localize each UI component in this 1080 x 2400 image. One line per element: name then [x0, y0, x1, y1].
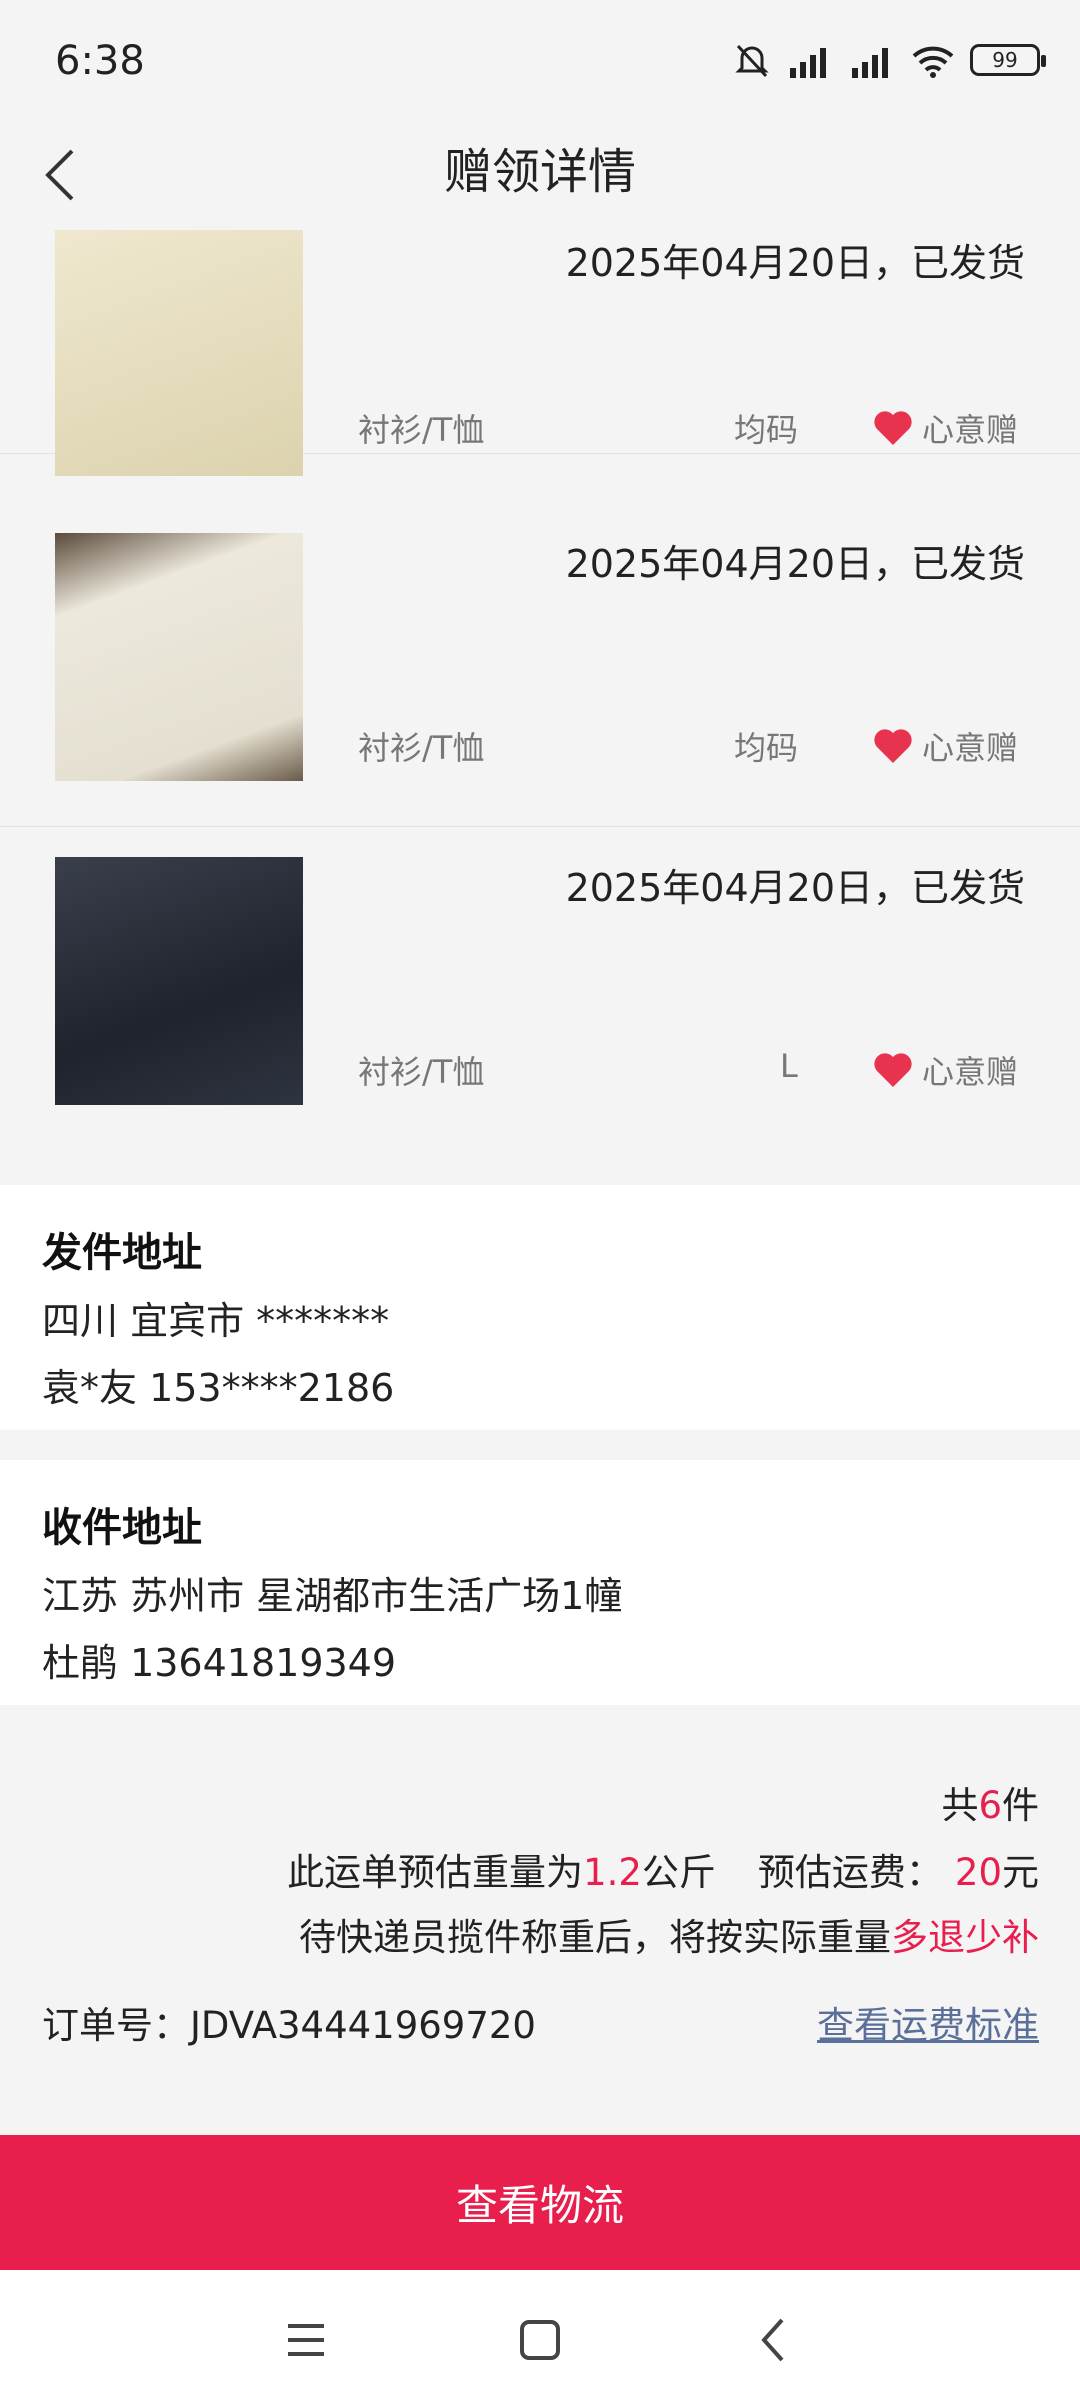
weight-note-highlight: 多退少补	[891, 1916, 1039, 1959]
order-number-value: JDVA34441969720	[190, 2004, 536, 2047]
item-size: L	[780, 1047, 798, 1085]
item-shipping-date: 2025年04月20日，已发货	[565, 542, 1025, 586]
gift-item[interactable]: 2025年04月20日，已发货 衬衫/T恤 均码 心意赠	[0, 230, 1080, 476]
gift-item[interactable]: 2025年04月20日，已发货 衬衫/T恤 L 心意赠	[0, 827, 1080, 1151]
receiver-address: 江苏 苏州市 星湖都市生活广场1幢	[42, 1574, 623, 1618]
sender-title: 发件地址	[42, 1230, 202, 1276]
item-size: 均码	[734, 411, 799, 449]
weight-value: 1.2	[583, 1851, 642, 1894]
sender-contact: 袁*友 153****2186	[42, 1366, 395, 1410]
item-category: 衬衫/T恤	[358, 1053, 485, 1091]
wifi-icon	[912, 46, 954, 78]
status-time: 6:38	[55, 38, 145, 84]
menu-button[interactable]	[276, 2310, 336, 2370]
heart-icon	[874, 729, 912, 763]
item-thumbnail	[55, 533, 303, 781]
view-logistics-button[interactable]: 查看物流	[0, 2135, 1080, 2270]
item-category: 衬衫/T恤	[358, 411, 485, 449]
item-tag: 心意赠	[872, 405, 1018, 451]
home-button[interactable]	[510, 2310, 570, 2370]
top-nav-bar: 赠领详情	[0, 120, 1080, 230]
heart-icon	[874, 411, 912, 445]
fee-value: 20	[954, 1851, 1002, 1894]
receiver-contact: 杜鹃 13641819349	[42, 1641, 397, 1685]
gift-item-list: 2025年04月20日，已发货 衬衫/T恤 均码 心意赠 2025年04月20日…	[0, 230, 1080, 1185]
order-number: 订单号：JDVA34441969720	[42, 1995, 536, 2049]
receiver-title: 收件地址	[42, 1505, 202, 1551]
item-thumbnail	[55, 857, 303, 1105]
item-size: 均码	[734, 729, 799, 767]
item-count-prefix: 共	[941, 1784, 979, 1827]
signal-hd-icon	[852, 48, 888, 78]
receiver-address-card: 收件地址 江苏 苏州市 星湖都市生活广场1幢 杜鹃 13641819349	[0, 1460, 1080, 1705]
item-tag: 心意赠	[872, 1047, 1018, 1093]
page-title: 赠领详情	[443, 144, 636, 200]
item-tag-label: 心意赠	[921, 729, 1018, 767]
fee-prefix: 预估运费：	[757, 1851, 943, 1894]
item-shipping-date: 2025年04月20日，已发货	[565, 866, 1025, 910]
weight-note: 待快递员揽件称重后，将按实际重量多退少补	[299, 1907, 1039, 1961]
item-shipping-date: 2025年04月20日，已发货	[565, 241, 1025, 285]
item-count-value: 6	[978, 1784, 1002, 1827]
home-square-icon	[520, 2320, 560, 2360]
status-icons: 99	[732, 36, 1046, 84]
signal-icon	[790, 48, 826, 78]
item-tag-label: 心意赠	[921, 411, 1018, 449]
item-category: 衬衫/T恤	[358, 729, 485, 767]
heart-icon	[874, 1053, 912, 1087]
item-count-suffix: 件	[1002, 1784, 1039, 1827]
gift-item[interactable]: 2025年04月20日，已发货 衬衫/T恤 均码 心意赠	[0, 503, 1080, 827]
sender-address-card: 发件地址 四川 宜宾市 ******* 袁*友 153****2186	[0, 1185, 1080, 1430]
battery-level: 99	[992, 48, 1018, 72]
bell-muted-icon	[735, 44, 769, 78]
menu-icon	[288, 2324, 324, 2356]
order-number-label: 订单号：	[42, 2004, 190, 2047]
weight-note-prefix: 待快递员揽件称重后，将按实际重量	[299, 1916, 891, 1959]
item-tag-label: 心意赠	[921, 1053, 1018, 1091]
item-thumbnail	[55, 230, 303, 476]
weight-prefix: 此运单预估重量为	[287, 1851, 584, 1894]
weight-unit: 公斤	[641, 1851, 716, 1894]
item-count: 共6件	[941, 1775, 1039, 1829]
battery-indicator: 99	[970, 44, 1046, 76]
order-summary: 共6件 此运单预估重量为1.2公斤 预估运费： 20元 待快递员揽件称重后，将按实际…	[0, 1705, 1080, 2135]
sender-address: 四川 宜宾市 *******	[42, 1299, 390, 1343]
fee-unit: 元	[1002, 1851, 1039, 1894]
fee-standard-link[interactable]: 查看运费标准	[817, 1995, 1039, 2049]
item-tag: 心意赠	[872, 723, 1018, 769]
system-nav-bar	[0, 2270, 1080, 2400]
system-back-button[interactable]	[744, 2310, 804, 2370]
weight-and-fee: 此运单预估重量为1.2公斤 预估运费： 20元	[287, 1842, 1039, 1896]
status-bar: 6:38 99	[0, 0, 1080, 120]
back-triangle-icon	[761, 2318, 784, 2362]
